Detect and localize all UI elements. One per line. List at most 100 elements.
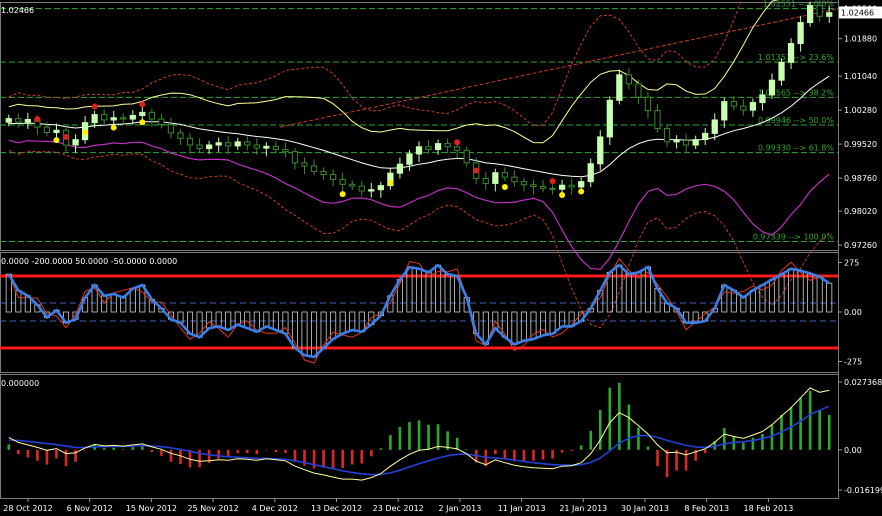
macd-panel	[7, 382, 831, 481]
candle-body	[463, 149, 470, 164]
cci-y-tick-label: -275	[844, 358, 862, 367]
candle-body	[749, 102, 757, 111]
cci-histogram-bar	[215, 311, 222, 327]
candle-body	[616, 74, 623, 101]
x-tick-label: 8 Feb 2013	[684, 504, 729, 513]
candle-body	[24, 119, 31, 123]
bollinger-upper	[8, 0, 779, 144]
candle-body	[349, 183, 356, 187]
y-tick-label: 0.99520	[844, 140, 877, 149]
candle-body	[110, 117, 117, 121]
fib-level-label: 0.99330 --> 61.8%	[758, 144, 834, 153]
candle-body	[282, 148, 289, 153]
fractal-down-marker	[559, 192, 566, 199]
candle-body	[434, 143, 442, 150]
candle-body	[91, 114, 98, 124]
candle-body	[597, 136, 604, 165]
candle-body	[139, 111, 146, 116]
candle-body	[663, 127, 671, 143]
outer-lower-envelope	[8, 149, 830, 329]
cci-histogram-bar	[816, 276, 823, 313]
fractal-markers	[34, 101, 585, 199]
candle-body	[568, 184, 575, 188]
cci-y-tick-label: 0.00	[844, 308, 862, 317]
candle-body	[415, 146, 423, 155]
cci-histogram-bar	[101, 295, 108, 313]
candle-body	[759, 94, 766, 104]
x-tick-label: 21 Jan 2013	[559, 504, 607, 513]
fractal-down-marker	[339, 191, 346, 198]
candle-body	[721, 101, 728, 121]
cci-histogram-bar	[444, 273, 451, 313]
cci-histogram-bar	[406, 266, 413, 313]
candle-body	[244, 141, 251, 146]
candle-body	[368, 189, 375, 192]
candle-body	[787, 43, 795, 63]
fractal-down-marker	[578, 188, 585, 195]
candle-body	[778, 61, 785, 81]
y-tick-label: 1.00280	[844, 106, 877, 115]
candle-body	[272, 145, 280, 150]
candle-body	[406, 153, 413, 165]
candle-body	[291, 151, 299, 164]
candle-body	[826, 12, 833, 17]
candles	[5, 0, 833, 198]
y-tick-label: 1.01880	[844, 35, 877, 44]
candle-body	[530, 184, 537, 188]
x-tick-label: 25 Nov 2012	[187, 504, 238, 513]
cci-histogram-bar	[511, 311, 518, 345]
fractal-up-marker	[473, 167, 480, 174]
y-tick-label: 0.98020	[844, 207, 877, 216]
candle-body	[339, 178, 346, 185]
candle-body	[730, 101, 737, 107]
cci-histogram-bar	[425, 271, 432, 313]
y-tick-label: 0.98760	[844, 174, 877, 183]
candle-body	[740, 105, 747, 111]
cci-histogram-bar	[530, 311, 537, 340]
x-tick-label: 2 Jan 2013	[438, 504, 481, 513]
candle-body	[263, 145, 270, 149]
x-tick-label: 30 Jan 2013	[621, 504, 669, 513]
fractal-up-marker	[63, 133, 70, 140]
candle-body	[511, 176, 518, 183]
candle-body	[15, 118, 22, 123]
candle-body	[683, 140, 690, 146]
candle-body	[797, 22, 804, 45]
fib-level-label: 0.99946 --> 50.0%	[758, 116, 834, 125]
fractal-down-marker	[387, 179, 394, 186]
candle-body	[578, 181, 585, 188]
candle-body	[310, 165, 318, 172]
chart-canvas[interactable]: 1.02551 --> 0.0%1.01357 --> 23.6%1.00565…	[0, 0, 882, 516]
macd-y-tick-label: 0.027368	[844, 378, 882, 387]
cci-y-tick-label: 275	[844, 259, 859, 268]
candle-body	[702, 132, 709, 141]
fractal-up-marker	[34, 116, 41, 123]
candle-body	[377, 185, 384, 191]
macd-y-tick-label: -0.016199	[844, 486, 882, 495]
candle-body	[587, 163, 594, 183]
cci-histogram-bar	[234, 311, 241, 326]
fib-level-label: 1.01357 --> 23.6%	[758, 53, 834, 62]
candle-body	[177, 132, 184, 139]
cci-histogram-bar	[520, 311, 527, 342]
candle-body	[644, 96, 652, 112]
candle-body	[501, 172, 508, 178]
cci-main-line	[7, 263, 830, 359]
x-tick-label: 4 Dec 2012	[252, 504, 298, 513]
candle-body	[301, 162, 308, 167]
candle-body	[549, 187, 556, 190]
candle-body	[539, 186, 547, 189]
candle-body	[120, 117, 127, 120]
cci-histogram-bar	[339, 311, 346, 335]
cci-histogram-bar	[559, 311, 566, 327]
candle-body	[234, 141, 241, 147]
cci-histogram-bar	[539, 311, 547, 336]
cci-histogram-bar	[263, 311, 270, 327]
candle-body	[396, 163, 404, 174]
y-tick-label: 1.01040	[844, 72, 877, 81]
x-tick-label: 6 Nov 2012	[67, 504, 113, 513]
candle-body	[158, 118, 165, 125]
outer-upper-envelope	[8, 0, 742, 127]
x-tick-label: 11 Jan 2013	[498, 504, 546, 513]
current-price-label: 1.02466	[841, 8, 874, 17]
